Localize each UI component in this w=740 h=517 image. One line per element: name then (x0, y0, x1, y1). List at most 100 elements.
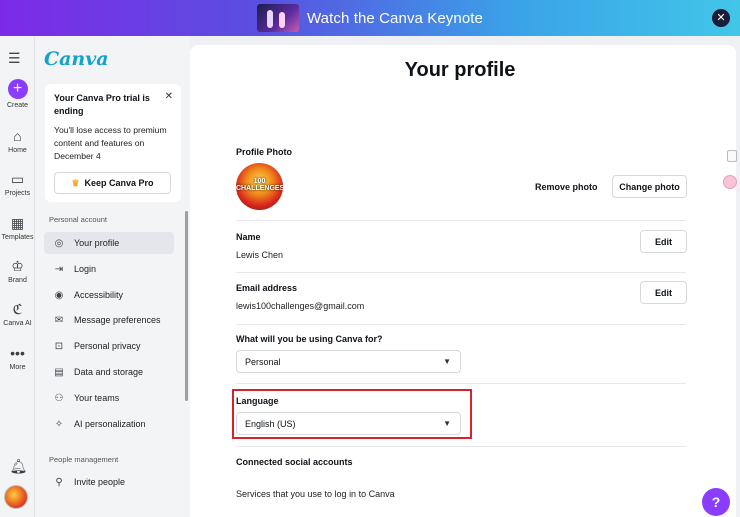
lock-icon: ⊡ (54, 340, 64, 352)
sidebar-item-label: Message preferences (74, 315, 161, 325)
rail-label: Brand (8, 277, 27, 284)
name-label: Name (236, 232, 261, 242)
keep-canva-pro-button[interactable]: ♛ Keep Canva Pro (54, 172, 171, 194)
usage-label: What will you be using Canva for? (236, 334, 383, 344)
remove-photo-button[interactable]: Remove photo (535, 182, 598, 192)
rail-label: Projects (4, 190, 31, 197)
social-accounts-label: Connected social accounts (236, 457, 353, 467)
divider (236, 383, 686, 384)
canva-ai-icon: ℭ (12, 301, 23, 317)
avatar[interactable] (4, 485, 28, 509)
sidebar-item-label: Your profile (74, 238, 120, 248)
extension-widget-icon[interactable] (727, 150, 737, 162)
usage-selected-value: Personal (245, 356, 281, 367)
profile-panel: Your profile Profile Photo 100 CHALLENGE… (190, 45, 736, 517)
rail-label: Templates (1, 234, 34, 241)
crown-icon: ♛ (71, 177, 80, 188)
email-label: Email address (236, 283, 298, 293)
profile-photo[interactable]: 100 CHALLENGES (236, 163, 283, 210)
trial-body: You'll lose access to premium content an… (54, 125, 167, 161)
page-title: Your profile (404, 59, 516, 81)
mail-icon: ✉ (54, 314, 64, 326)
user-icon: ◎ (54, 237, 64, 249)
close-icon[interactable]: ✕ (165, 91, 173, 102)
trial-title: Your Canva Pro trial is ending (54, 93, 150, 116)
sidebar-item-personal-privacy[interactable]: ⊡ Personal privacy (44, 335, 174, 357)
rail-label: Home (8, 147, 27, 154)
sidebar-item-accessibility[interactable]: ◉ Accessibility (44, 284, 174, 306)
sidebar-item-label: Invite people (74, 477, 126, 487)
settings-sidebar: Canva Your Canva Pro trial is ending ✕ Y… (35, 36, 190, 517)
main-scrollbar[interactable] (736, 45, 740, 517)
rail-item-canva-ai[interactable]: ℭ Canva AI (0, 301, 35, 327)
divider (236, 220, 686, 221)
rail-item-notifications[interactable]: 🔔︎ (0, 458, 35, 477)
canva-logo[interactable]: Canva (44, 48, 109, 70)
divider (236, 446, 686, 447)
rail-item-templates[interactable]: ▦ Templates (0, 215, 35, 241)
plus-icon: + (7, 79, 28, 99)
photo-overlay-text: 100 CHALLENGES (236, 178, 283, 192)
rail-label: Create (6, 102, 28, 109)
sidebar-scrollbar[interactable] (185, 211, 188, 401)
rail-label: Canva AI (3, 320, 32, 327)
help-button[interactable]: ? (702, 488, 730, 516)
banner-text[interactable]: Watch the Canva Keynote (307, 10, 483, 27)
profile-photo-label: Profile Photo (236, 147, 292, 157)
language-select[interactable]: English (US) ▼ (236, 412, 461, 435)
sidebar-item-label: Data and storage (74, 367, 144, 377)
rail-label: More (9, 364, 26, 371)
close-icon[interactable]: ✕ (712, 9, 730, 27)
left-rail: ☰ + Create ⌂ Home ▭ Projects ▦ Templates… (0, 36, 35, 517)
keep-canva-pro-label: Keep Canva Pro (84, 178, 154, 188)
sidebar-item-label: AI personalization (74, 419, 146, 429)
language-label: Language (236, 396, 279, 406)
bell-icon: 🔔︎ (9, 458, 28, 474)
sidebar-item-message-preferences[interactable]: ✉ Message preferences (44, 309, 174, 331)
folder-icon: ▭ (10, 171, 25, 187)
ai-icon: ✧ (54, 418, 64, 430)
trial-card: Your Canva Pro trial is ending ✕ You'll … (45, 84, 181, 202)
social-accounts-description: Services that you use to log in to Canva (236, 489, 395, 499)
sidebar-item-ai-personalization[interactable]: ✧ AI personalization (44, 413, 174, 435)
sidebar-item-your-teams[interactable]: ⚇ Your teams (44, 387, 174, 409)
rail-item-more[interactable]: ••• More (0, 345, 35, 371)
sidebar-item-label: Personal privacy (74, 341, 141, 351)
sidebar-item-label: Your teams (74, 393, 120, 403)
login-icon: ⇥ (54, 263, 64, 275)
keynote-thumbnail (256, 4, 299, 32)
name-value: Lewis Chen (236, 250, 284, 260)
edit-email-button[interactable]: Edit (640, 281, 687, 304)
keynote-banner[interactable]: Watch the Canva Keynote ✕ (0, 0, 740, 36)
brand-icon: ♔ (11, 258, 24, 274)
chevron-down-icon: ▼ (443, 357, 451, 366)
teams-icon: ⚇ (54, 392, 64, 404)
accessibility-icon: ◉ (54, 289, 64, 301)
rail-item-home[interactable]: ⌂ Home (0, 128, 35, 154)
rail-item-create[interactable]: + Create (0, 79, 35, 109)
sidebar-item-invite-people[interactable]: ⚲ Invite people (44, 471, 174, 493)
language-selected-value: English (US) (245, 418, 296, 429)
section-label-personal: Personal account (49, 215, 107, 224)
sidebar-item-data-and-storage[interactable]: ▤ Data and storage (44, 361, 174, 383)
usage-select[interactable]: Personal ▼ (236, 350, 461, 373)
home-icon: ⌂ (13, 128, 22, 144)
sidebar-item-label: Accessibility (74, 290, 124, 300)
rail-item-projects[interactable]: ▭ Projects (0, 171, 35, 197)
sidebar-item-login[interactable]: ⇥ Login (44, 258, 174, 280)
section-label-people: People management (49, 455, 119, 464)
templates-icon: ▦ (10, 215, 25, 231)
menu-toggle-icon[interactable]: ☰ (8, 50, 21, 67)
sidebar-item-label: Login (74, 264, 97, 274)
chevron-down-icon: ▼ (443, 419, 451, 428)
divider (236, 272, 686, 273)
change-photo-button[interactable]: Change photo (612, 175, 687, 198)
sidebar-item-your-profile[interactable]: ◎ Your profile (44, 232, 174, 254)
rail-item-brand[interactable]: ♔ Brand (0, 258, 35, 284)
more-icon: ••• (10, 345, 25, 361)
extension-avatar-icon[interactable] (723, 175, 737, 189)
email-value: lewis100challenges@gmail.com (236, 301, 365, 311)
divider (236, 324, 686, 325)
edit-name-button[interactable]: Edit (640, 230, 687, 253)
database-icon: ▤ (54, 366, 64, 378)
